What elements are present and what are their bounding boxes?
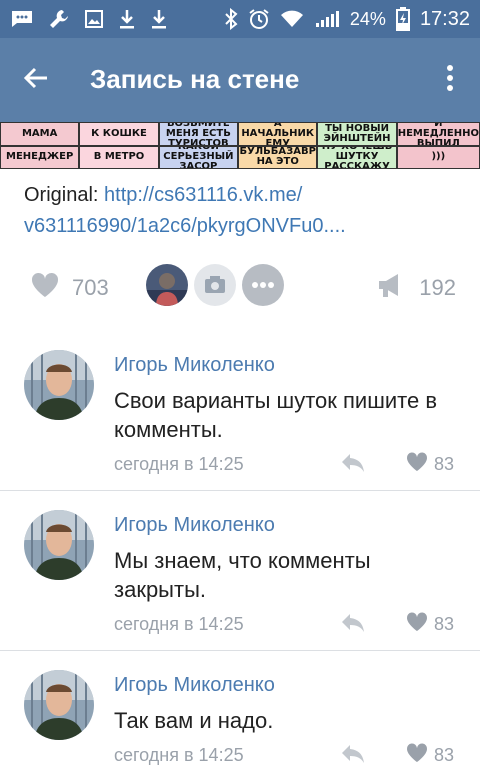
comment-time: сегодня в 14:25	[114, 454, 244, 474]
arrow-left-icon	[23, 65, 49, 96]
meme-caption: В МЕТРО	[79, 145, 159, 169]
comment-time: сегодня в 14:25	[114, 614, 244, 634]
meme-caption: ВОЗЬМИТЕ МЕНЯ ЕСТЬ ТУРИСТОВ	[158, 122, 239, 146]
reply-button[interactable]	[340, 743, 366, 770]
back-button[interactable]	[16, 60, 56, 100]
megaphone-icon	[377, 272, 407, 303]
original-label: Original:	[24, 184, 99, 206]
page-title: Запись на стене	[90, 64, 300, 94]
comment-time: сегодня в 14:25	[114, 745, 244, 765]
download-icon	[118, 8, 136, 30]
divider	[0, 490, 480, 491]
meme-caption: МЕНЕДЖЕР	[0, 145, 80, 169]
avatar[interactable]	[24, 510, 94, 580]
comment-like-count: 83	[434, 745, 455, 765]
wrench-icon	[48, 8, 70, 30]
meme-caption: И НЕМЕДЛЕННО ВЫПИЛ	[396, 122, 480, 146]
avatar[interactable]	[24, 670, 94, 740]
meme-column: ВОЗЬМИТЕ МЕНЯ ЕСТЬ ТУРИСТОВ КАКОЙ СЕРЬЕЗН…	[158, 122, 239, 169]
chat-icon	[10, 9, 34, 29]
liker-avatar[interactable]	[146, 264, 188, 306]
comment-text: Мы знаем, что комменты закрыты.	[114, 548, 371, 602]
more-horizontal-icon	[242, 282, 284, 306]
reply-icon	[340, 745, 366, 769]
repost-button[interactable]: 192	[377, 272, 456, 303]
reply-icon	[340, 614, 366, 638]
meme-caption: )))	[396, 145, 480, 169]
reply-icon	[340, 454, 366, 478]
comment-like-count: 83	[434, 614, 455, 634]
meme-caption: ТЫ НОВЫЙ ЭЙНШТЕЙН	[317, 122, 397, 146]
meme-column: МАМА МЕНЕДЖЕР	[0, 122, 80, 169]
heart-icon	[406, 743, 428, 768]
meme-caption: К КОШКЕ	[79, 122, 159, 146]
comment-text: Так вам и надо.	[114, 708, 274, 733]
comment-author[interactable]: Игорь Миколенко	[114, 674, 275, 697]
more-vertical-icon	[446, 64, 454, 97]
post-image[interactable]: МАМА МЕНЕДЖЕР К КОШКЕ В МЕТРО ВОЗЬМИТЕ МЕНЯ …	[0, 122, 480, 169]
comment-like-button[interactable]: 83	[406, 612, 454, 637]
reply-button[interactable]	[340, 452, 366, 479]
comment-author[interactable]: Игорь Миколенко	[114, 354, 275, 377]
comment-like-button[interactable]: 83	[406, 452, 454, 477]
post-actions: 703 192	[0, 262, 480, 308]
heart-icon	[406, 612, 428, 637]
avatar[interactable]	[24, 350, 94, 420]
meme-column: К КОШКЕ В МЕТРО	[79, 122, 159, 169]
comment-text: Свои варианты шуток пишите в комменты.	[114, 388, 438, 442]
like-button[interactable]: 703	[30, 272, 109, 303]
heart-icon	[406, 452, 428, 477]
meme-caption: БУЛЬБАЗАВР НА ЭТО	[238, 145, 318, 169]
like-count: 703	[72, 274, 109, 300]
status-bar: 24% 17:32	[0, 0, 480, 38]
camera-icon	[194, 276, 236, 306]
battery-charging-icon	[395, 7, 410, 31]
divider	[0, 650, 480, 651]
original-link-block: Original: http://cs631116.vk.me/v6311169…	[24, 180, 464, 242]
meme-column: И НЕМЕДЛЕННО ВЫПИЛ)))	[396, 122, 480, 169]
download-icon	[150, 8, 168, 30]
meme-column: А НАЧАЛЬНИК ЕМУ БУЛЬБАЗАВР НА ЭТО	[238, 122, 318, 169]
reply-button[interactable]	[340, 612, 366, 639]
comment-author[interactable]: Игорь Миколенко	[114, 514, 275, 537]
app-bar: Запись на стене	[0, 38, 480, 122]
repost-count: 192	[419, 274, 456, 300]
comment-like-count: 83	[434, 454, 455, 474]
more-options-button[interactable]	[440, 60, 460, 100]
meme-caption: А НАЧАЛЬНИК ЕМУ	[238, 122, 318, 146]
meme-caption: МАМА	[0, 122, 80, 146]
comment-like-button[interactable]: 83	[406, 743, 454, 768]
meme-caption: КАКОЙ СЕРЬЕЗНЫЙ ЗАСОР	[158, 145, 239, 169]
clock: 17:32	[419, 7, 470, 30]
meme-column: ТЫ НОВЫЙ ЭЙНШТЕЙН НУ ХОЧЕШЬ ШУТКУ РАССКАЖ…	[317, 122, 397, 169]
image-icon	[84, 9, 104, 29]
wifi-icon	[280, 9, 304, 29]
more-likers-button[interactable]	[242, 264, 284, 306]
bluetooth-icon	[224, 8, 238, 30]
alarm-icon	[248, 8, 270, 30]
meme-caption: НУ ХОЧЕШЬ ШУТКУ РАССКАЖУ	[317, 145, 397, 169]
more-photos-button[interactable]	[194, 264, 236, 306]
battery-percent: 24%	[349, 8, 386, 29]
heart-icon	[30, 272, 60, 303]
signal-icon	[314, 10, 340, 28]
